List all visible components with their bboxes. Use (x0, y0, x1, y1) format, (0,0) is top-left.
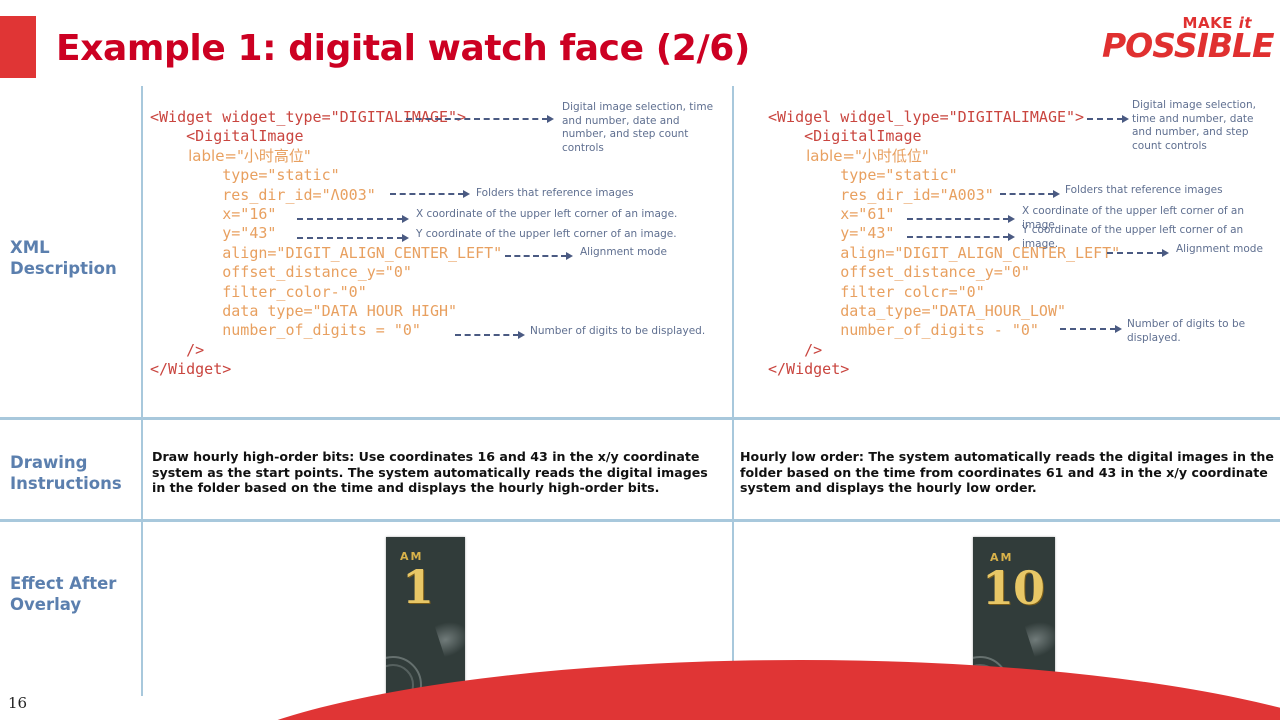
code-line-12: /> (150, 340, 205, 359)
arrow-y-right (907, 233, 1015, 241)
code-line-3: type="static" (150, 166, 340, 185)
code-line-5: x="16" (150, 205, 277, 224)
annotation-y-left: Y coordinate of the upper left corner of… (416, 228, 677, 240)
arrow-widget-right (1087, 115, 1129, 123)
code-line-r5: x="61" (768, 205, 895, 224)
code-line-8: offset_distance_y="0" (150, 263, 412, 282)
code-line-r0: <Widgel widgel_lype="DIGITALIMAGE"> (768, 108, 1085, 126)
code-line-1: <DigitalImage (150, 127, 304, 146)
annotation-widget-left: Digital image selection, time and number… (562, 101, 714, 154)
code-line-r3: type="static" (768, 166, 958, 185)
code-line-11: number_of_digits = "0" (150, 321, 421, 340)
watch-digits-left: 1 (402, 560, 435, 614)
column-divider-left (141, 86, 143, 696)
annotation-digits-right: Number of digits to be displayed. (1127, 318, 1246, 344)
arrow-align-right (1107, 249, 1169, 257)
code-line-r9: filter colcr="0" (768, 282, 985, 301)
arrow-align-left (505, 252, 573, 260)
instruction-left: Draw hourly high-order bits: Use coordin… (152, 449, 708, 495)
accent-bar (0, 16, 36, 78)
instruction-right: Hourly low order: The system automatical… (740, 449, 1274, 495)
footer-swoosh (180, 660, 1280, 720)
code-line-r2: lable="小时低位" (768, 146, 929, 165)
row-label-xml-line2: Description (10, 259, 117, 279)
page-title: Example 1: digital watch face (2/6) (56, 28, 750, 69)
code-line-10: data type="DATA HOUR HIGH" (150, 302, 458, 321)
code-line-r13: </Widget> (768, 360, 850, 379)
arrow-resdir-left (390, 190, 470, 198)
code-line-r4: res_dir_id="A003" (768, 185, 994, 204)
code-line-2: lable="小时高位" (150, 146, 311, 165)
row-label-drawing-line2: Instructions (10, 474, 122, 494)
row-label-xml: XML Description (10, 237, 138, 280)
annotation-widget-right: Digital image selection, time and number… (1132, 99, 1256, 152)
slide: Example 1: digital watch face (2/6) MAKE… (0, 0, 1280, 720)
watch-face-left: AM 1 (386, 537, 465, 696)
arrow-x-left (297, 215, 409, 223)
row-label-drawing-line1: Drawing (10, 453, 88, 472)
annotation-x-left: X coordinate of the upper left corner of… (416, 208, 678, 220)
row-divider-1 (0, 417, 1280, 420)
arrow-digits-right (1060, 325, 1122, 333)
code-line-r10: data_type="DATA_HOUR_LOW" (768, 302, 1067, 321)
code-line-4: res_dir_id="Λ003" (150, 185, 376, 204)
column-divider-right (732, 86, 734, 696)
row-label-drawing: Drawing Instructions (10, 452, 138, 495)
row-label-effect-line2: Overlay (10, 595, 82, 615)
code-line-r1: <DigitalImage (768, 127, 922, 146)
row-divider-2 (0, 519, 1280, 522)
code-line-r11: number_of_digits - "0" (768, 321, 1039, 340)
code-line-r6: y="43" (768, 224, 895, 243)
code-line-6: y="43" (150, 224, 277, 243)
xml-code-left: <Widget widget_type="DIGITALIMAGE"> <Dig… (150, 108, 502, 380)
row-label-xml-line1: XML (10, 238, 50, 257)
arrow-x-right (907, 215, 1015, 223)
watch-digits-right: 10 (982, 561, 1045, 615)
arrow-resdir-right (1000, 190, 1060, 198)
code-line-r8: offset_distance_y="0" (768, 263, 1030, 282)
code-line-7: align="DIGIT_ALIGN_CENTER_LEFT" (150, 243, 503, 262)
logo-line-2: POSSIBLE (1102, 26, 1275, 65)
annotation-digits-left: Number of digits to be displayed. (530, 325, 706, 337)
annotation-align-right: Alignment mode (1176, 243, 1263, 255)
row-label-effect: Effect After Overlay (10, 573, 138, 616)
annotation-resdir-left: Folders that reference images (476, 187, 634, 199)
arrow-digits-left (455, 331, 525, 339)
row-label-effect-line1: Effect After (10, 574, 117, 593)
arrow-y-left (297, 234, 409, 242)
code-line-9: filter_color-"0" (150, 282, 367, 301)
brand-logo: MAKE it POSSIBLE (1102, 16, 1275, 65)
annotation-align-left: Alignment mode (580, 246, 667, 258)
page-number: 16 (8, 694, 28, 712)
code-line-r12: /> (768, 340, 823, 359)
watch-leaf-decoration-right (1024, 615, 1055, 658)
annotation-resdir-right: Folders that reference images (1065, 184, 1223, 196)
arrow-widget-left (406, 115, 554, 123)
code-line-13: </Widget> (150, 360, 232, 379)
watch-leaf-decoration-left (434, 615, 465, 658)
